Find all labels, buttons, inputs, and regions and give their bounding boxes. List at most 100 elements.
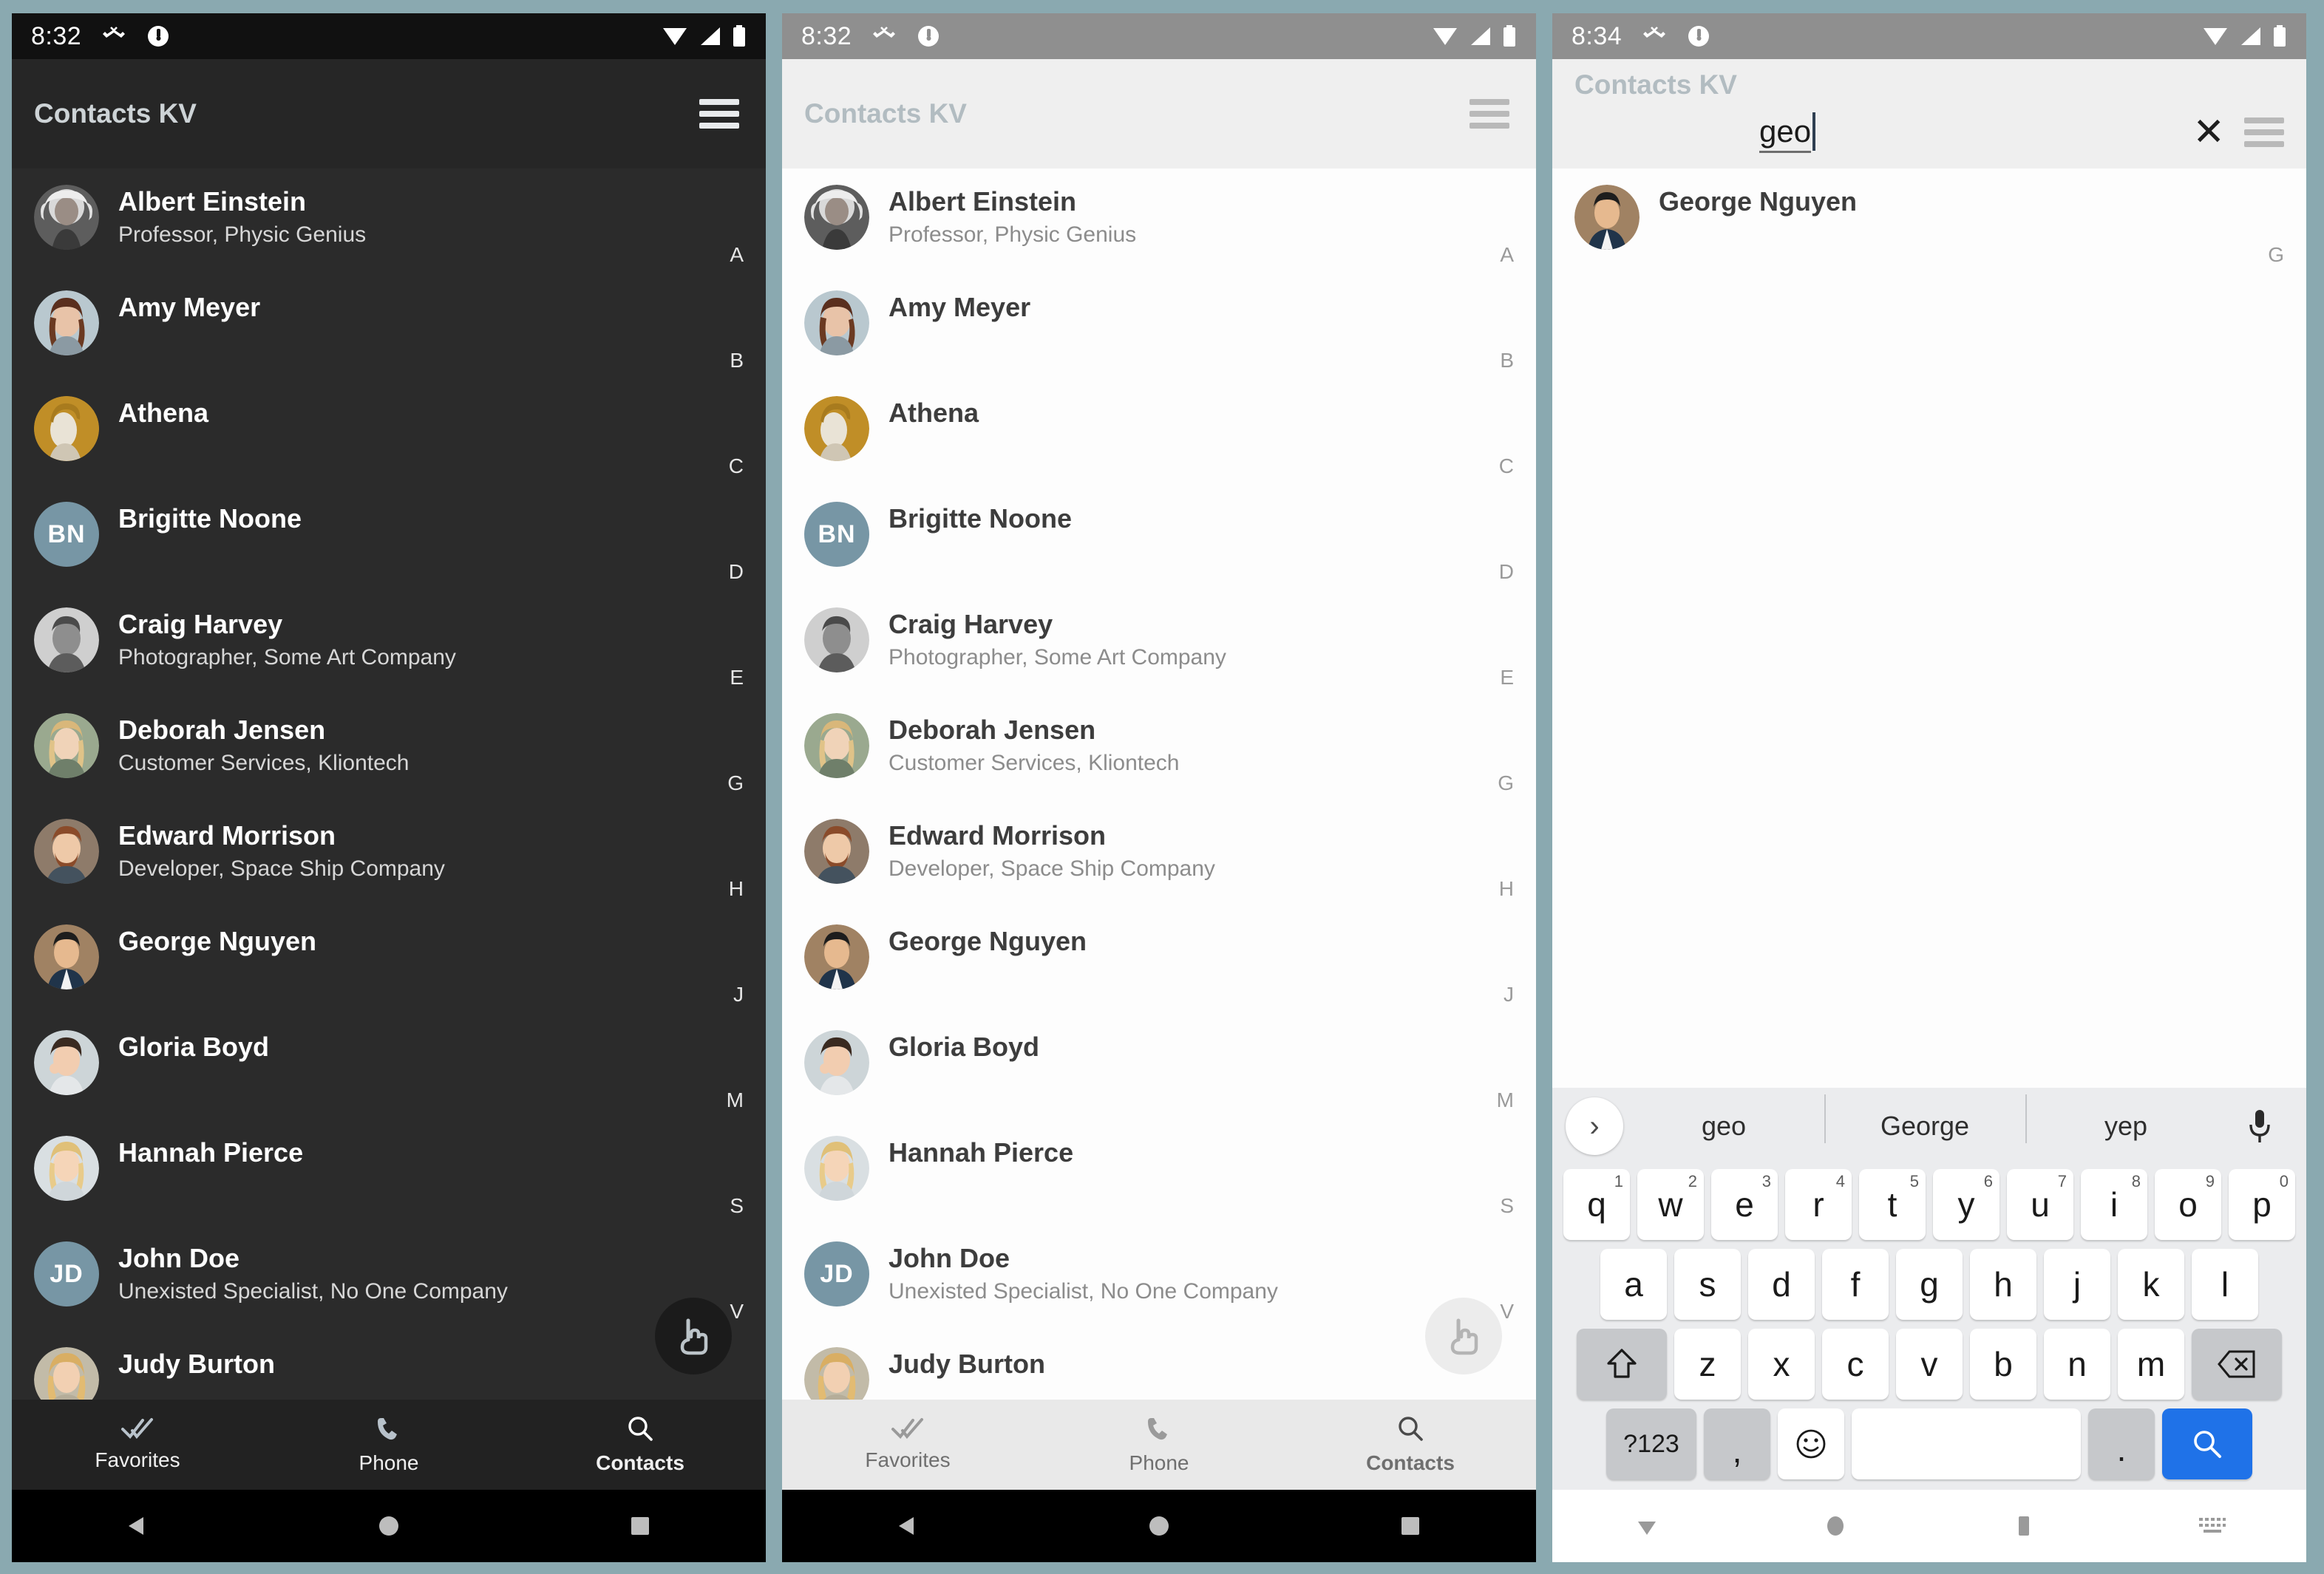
table-row[interactable]: Gloria Boyd M (782, 1014, 1536, 1120)
search-input[interactable]: geo (1759, 112, 1816, 153)
menu-icon[interactable] (2244, 117, 2284, 147)
search-results-list[interactable]: George Nguyen G (1552, 168, 2306, 1088)
table-row[interactable]: Albert Einstein Professor, Physic Genius… (782, 168, 1536, 274)
alpha-index[interactable]: D (1499, 560, 1514, 584)
key-i[interactable]: 8i (2081, 1169, 2147, 1240)
table-row[interactable]: Judy Burton Z (782, 1331, 1536, 1400)
recents-square-icon[interactable] (596, 1490, 684, 1562)
key-p[interactable]: 0p (2229, 1169, 2295, 1240)
alpha-index[interactable]: V (1500, 1300, 1514, 1323)
bottom-nav-contacts[interactable]: Contacts (514, 1414, 766, 1475)
table-row[interactable]: BN Brigitte Noone D (782, 486, 1536, 591)
keyboard-row-3[interactable]: z x c v b n m (1552, 1324, 2306, 1404)
bottom-nav-favorites[interactable]: Favorites (12, 1417, 263, 1472)
key-c[interactable]: c (1822, 1329, 1889, 1400)
bottom-nav-phone[interactable]: Phone (263, 1414, 514, 1475)
alpha-index[interactable]: S (730, 1194, 744, 1218)
microphone-icon[interactable] (2226, 1107, 2293, 1145)
alpha-index[interactable]: S (1500, 1194, 1514, 1218)
alpha-index[interactable]: A (1500, 243, 1514, 267)
dial-pad-fab[interactable] (1425, 1298, 1502, 1374)
key-m[interactable]: m (2118, 1329, 2184, 1400)
key-n[interactable]: n (2044, 1329, 2110, 1400)
table-row[interactable]: Athena C (782, 380, 1536, 486)
table-row[interactable]: Craig Harvey Photographer, Some Art Comp… (782, 591, 1536, 697)
table-row[interactable]: Amy Meyer B (12, 274, 766, 380)
table-row[interactable]: Gloria Boyd M (12, 1014, 766, 1120)
recents-square-icon[interactable] (1366, 1490, 1455, 1562)
table-row[interactable]: Amy Meyer B (782, 274, 1536, 380)
table-row[interactable]: BN Brigitte Noone D (12, 486, 766, 591)
emoji-icon[interactable] (1778, 1408, 1844, 1479)
keyboard-row-4[interactable]: ?123 , . (1552, 1404, 2306, 1484)
key-y[interactable]: 6y (1933, 1169, 1999, 1240)
suggestion-item[interactable]: geo (1623, 1111, 1824, 1142)
table-row[interactable]: Hannah Pierce S (782, 1120, 1536, 1225)
space-key[interactable] (1852, 1408, 2081, 1479)
collapse-keyboard-icon[interactable] (1603, 1490, 1691, 1562)
backspace-icon[interactable] (2192, 1329, 2282, 1400)
keyboard-row-2[interactable]: a s d f g h j k l (1552, 1244, 2306, 1324)
alpha-index[interactable]: V (730, 1300, 744, 1323)
key-q[interactable]: 1q (1563, 1169, 1630, 1240)
alpha-index[interactable]: H (729, 877, 744, 901)
symbols-key[interactable]: ?123 (1606, 1408, 1696, 1479)
table-row[interactable]: Albert Einstein Professor, Physic Genius… (12, 168, 766, 274)
key-r[interactable]: 4r (1785, 1169, 1852, 1240)
alpha-index[interactable]: J (733, 983, 744, 1006)
key-w[interactable]: 2w (1637, 1169, 1704, 1240)
suggestion-item[interactable]: George (1824, 1094, 2025, 1143)
alpha-index[interactable]: G (727, 771, 744, 795)
key-h[interactable]: h (1970, 1249, 2036, 1320)
alpha-index[interactable]: B (730, 349, 744, 372)
home-circle-icon[interactable] (1115, 1490, 1203, 1562)
table-row[interactable]: George Nguyen J (782, 908, 1536, 1014)
bottom-nav-phone[interactable]: Phone (1033, 1414, 1285, 1475)
table-row[interactable]: Deborah Jensen Customer Services, Kliont… (12, 697, 766, 803)
table-row[interactable]: JD John Doe Unexisted Specialist, No One… (782, 1225, 1536, 1331)
alpha-index[interactable]: C (729, 454, 744, 478)
alpha-index[interactable]: H (1499, 877, 1514, 901)
key-e[interactable]: 3e (1711, 1169, 1778, 1240)
table-row[interactable]: Craig Harvey Photographer, Some Art Comp… (12, 591, 766, 697)
alpha-index[interactable]: D (729, 560, 744, 584)
bottom-nav-dark[interactable]: Favorites Phone Contacts (12, 1400, 766, 1490)
table-row[interactable]: Edward Morrison Developer, Space Ship Co… (12, 803, 766, 908)
home-circle-icon[interactable] (1791, 1490, 1880, 1562)
menu-icon[interactable] (699, 99, 739, 129)
key-u[interactable]: 7u (2007, 1169, 2073, 1240)
key-v[interactable]: v (1896, 1329, 1963, 1400)
alpha-index[interactable]: E (1500, 666, 1514, 689)
key-j[interactable]: j (2044, 1249, 2110, 1320)
key-s[interactable]: s (1674, 1249, 1741, 1320)
alpha-index[interactable]: M (727, 1088, 744, 1112)
key-d[interactable]: d (1748, 1249, 1815, 1320)
comma-key[interactable]: , (1704, 1408, 1770, 1479)
key-z[interactable]: z (1674, 1329, 1741, 1400)
search-icon[interactable] (2162, 1408, 2252, 1479)
hide-keyboard-icon[interactable] (2168, 1490, 2257, 1562)
key-k[interactable]: k (2118, 1249, 2184, 1320)
table-row[interactable]: Judy Burton Z (12, 1331, 766, 1400)
bottom-nav-contacts[interactable]: Contacts (1285, 1414, 1536, 1475)
table-row[interactable]: Deborah Jensen Customer Services, Kliont… (782, 697, 1536, 803)
chevron-right-icon[interactable]: › (1566, 1097, 1623, 1155)
bottom-nav-favorites[interactable]: Favorites (782, 1417, 1033, 1472)
alpha-index[interactable]: M (1497, 1088, 1514, 1112)
android-nav-dark[interactable] (12, 1490, 766, 1562)
alpha-index[interactable]: C (1499, 454, 1514, 478)
search-input-value[interactable]: geo (1759, 114, 1812, 153)
key-g[interactable]: g (1896, 1249, 1963, 1320)
table-row[interactable]: Athena C (12, 380, 766, 486)
key-x[interactable]: x (1748, 1329, 1815, 1400)
alpha-index[interactable]: B (1500, 349, 1514, 372)
key-o[interactable]: 9o (2155, 1169, 2221, 1240)
key-f[interactable]: f (1822, 1249, 1889, 1320)
back-triangle-icon[interactable] (863, 1490, 952, 1562)
back-triangle-icon[interactable] (93, 1490, 182, 1562)
keyboard-row-1[interactable]: 1q 2w 3e 4r 5t 6y 7u 8i 9o 0p (1552, 1165, 2306, 1244)
key-l[interactable]: l (2192, 1249, 2258, 1320)
table-row[interactable]: Hannah Pierce S (12, 1120, 766, 1225)
soft-keyboard[interactable]: › geo George yep 1q 2w 3e 4r 5t 6y 7u 8i… (1552, 1088, 2306, 1490)
key-t[interactable]: 5t (1859, 1169, 1926, 1240)
